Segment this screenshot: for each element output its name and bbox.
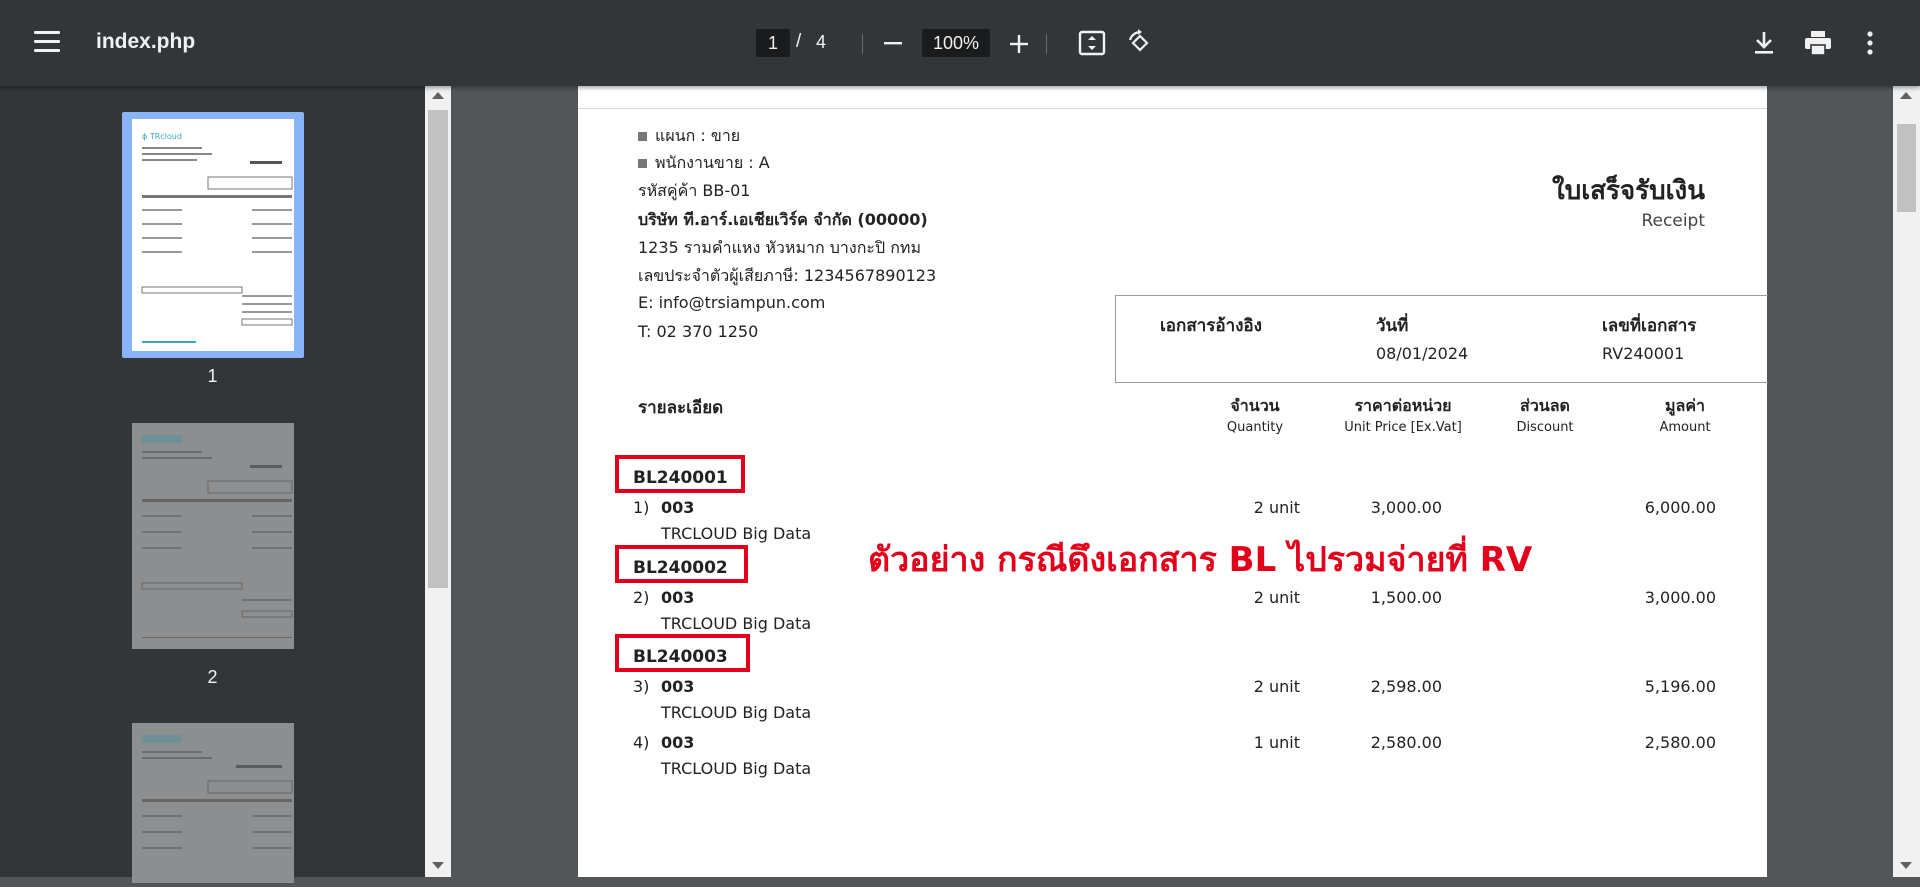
zoom-level-input[interactable]: 100%	[922, 29, 990, 57]
document-title-th: ใบเสร็จรับเงิน	[1552, 176, 1705, 206]
toolbar-divider	[862, 34, 863, 54]
menu-icon[interactable]	[34, 31, 60, 53]
column-amount-th: มูลค่า	[1664, 396, 1706, 415]
item-number: 2)	[633, 588, 650, 607]
total-pages: 4	[816, 32, 827, 52]
item-quantity: 1 unit	[1253, 733, 1300, 752]
customer-code: รหัสคู่ค้า BB-01	[638, 181, 751, 200]
column-discount: ส่วนลด Discount	[1490, 394, 1600, 435]
item-unit-price: 1,500.00	[1370, 588, 1442, 607]
docno-value: RV240001	[1602, 344, 1685, 363]
document-title: index.php	[96, 30, 196, 53]
column-quantity: จำนวน Quantity	[1210, 394, 1300, 435]
company-email: E: info@trsiampun.com	[638, 293, 826, 312]
main-scrollbar-thumb[interactable]	[1897, 124, 1916, 212]
item-number: 4)	[633, 733, 650, 752]
sidebar-scrollbar-thumb[interactable]	[428, 110, 448, 588]
reference-box	[1115, 295, 1768, 383]
item-description: TRCLOUD Big Data	[661, 524, 812, 543]
column-unit-price-th: ราคาต่อหน่วย	[1354, 396, 1452, 415]
page-separator: /	[796, 31, 802, 52]
column-quantity-en: Quantity	[1226, 420, 1284, 435]
document-title-en: Receipt	[1641, 211, 1706, 231]
bl-reference-box-3: BL240003	[615, 634, 750, 672]
item-code: 003	[661, 498, 695, 517]
fit-page-icon[interactable]	[1078, 30, 1106, 60]
docno-header: เลขที่เอกสาร	[1602, 316, 1697, 336]
print-icon[interactable]	[1804, 30, 1832, 60]
more-icon[interactable]	[1866, 31, 1874, 59]
reference-header: เอกสารอ้างอิง	[1160, 316, 1262, 336]
zoom-in-icon[interactable]	[1008, 33, 1030, 59]
scroll-down-arrow-icon[interactable]	[432, 862, 444, 869]
column-unit-price-en: Unit Price [Ex.Vat]	[1344, 420, 1462, 435]
bl-reference-box-1: BL240001	[615, 455, 745, 493]
page-number-input[interactable]: 1	[756, 29, 790, 57]
column-amount: มูลค่า Amount	[1630, 394, 1740, 435]
scroll-down-arrow-icon[interactable]	[1900, 862, 1912, 869]
bl-reference-box-2: BL240002	[615, 545, 748, 583]
pdf-toolbar: index.php 1 / 4 100%	[0, 0, 1920, 86]
item-code: 003	[661, 588, 695, 607]
salesperson-text: พนักงานขาย : A	[655, 153, 770, 172]
department-line: แผนก : ขาย	[638, 124, 740, 149]
toolbar-divider	[1046, 34, 1047, 54]
item-unit-price: 3,000.00	[1370, 498, 1442, 517]
svg-text:ɸ TRcloud: ɸ TRcloud	[142, 132, 182, 141]
zoom-out-icon[interactable]	[882, 33, 904, 57]
item-amount: 2,580.00	[1644, 733, 1716, 752]
thumbnail-label-2: 2	[207, 667, 218, 687]
column-amount-en: Amount	[1659, 420, 1711, 435]
item-number: 3)	[633, 677, 650, 696]
page-top-divider	[578, 108, 1767, 109]
item-amount: 3,000.00	[1644, 588, 1716, 607]
scroll-up-arrow-icon[interactable]	[432, 92, 444, 99]
tax-id: เลขประจำตัวผู้เสียภาษี: 1234567890123	[638, 266, 937, 285]
page-thumbnail-3[interactable]	[132, 723, 294, 883]
item-quantity: 2 unit	[1253, 588, 1300, 607]
item-amount: 5,196.00	[1644, 677, 1716, 696]
item-quantity: 2 unit	[1253, 677, 1300, 696]
column-unit-price: ราคาต่อหน่วย Unit Price [Ex.Vat]	[1318, 394, 1488, 435]
company-name: บริษัท ที.อาร์.เอเชียเวิร์ค จำกัด (00000…	[638, 210, 928, 229]
item-code: 003	[661, 733, 695, 752]
page-thumbnail-2[interactable]	[132, 423, 294, 649]
item-unit-price: 2,598.00	[1370, 677, 1442, 696]
bullet-icon	[638, 159, 647, 168]
rotate-icon[interactable]	[1126, 29, 1154, 61]
bullet-icon	[638, 132, 647, 141]
item-description: TRCLOUD Big Data	[661, 703, 812, 722]
item-number: 1)	[633, 498, 650, 517]
item-quantity: 2 unit	[1253, 498, 1300, 517]
column-quantity-th: จำนวน	[1230, 396, 1280, 415]
thumbnail-label-1: 1	[207, 366, 218, 386]
item-description: TRCLOUD Big Data	[661, 614, 812, 633]
scroll-up-arrow-icon[interactable]	[1900, 92, 1912, 99]
date-value: 08/01/2024	[1376, 344, 1469, 363]
item-description: TRCLOUD Big Data	[661, 759, 812, 778]
salesperson-line: พนักงานขาย : A	[638, 151, 770, 176]
company-address: 1235 รามคำแหง หัวหมาก บางกะปิ กทม	[638, 238, 922, 257]
department-text: แผนก : ขาย	[655, 126, 741, 145]
column-discount-en: Discount	[1516, 420, 1574, 435]
item-code: 003	[661, 677, 695, 696]
annotation-text: ตัวอย่าง กรณีดึงเอกสาร BL ไปรวมจ่ายที่ R…	[868, 540, 1533, 580]
pdf-page: แผนก : ขาย พนักงานขาย : A รหัสคู่ค้า BB-…	[578, 86, 1768, 877]
item-amount: 6,000.00	[1644, 498, 1716, 517]
item-unit-price: 2,580.00	[1370, 733, 1442, 752]
column-discount-th: ส่วนลด	[1520, 396, 1570, 415]
company-phone: T: 02 370 1250	[638, 322, 759, 341]
page-thumbnail-1[interactable]: ɸ TRcloud	[132, 119, 294, 351]
thumbnail-sidebar: ɸ TRcloud 1 2	[0, 86, 425, 883]
date-header: วันที่	[1376, 316, 1409, 336]
download-icon[interactable]	[1752, 30, 1776, 60]
details-header: รายละเอียด	[638, 398, 724, 418]
